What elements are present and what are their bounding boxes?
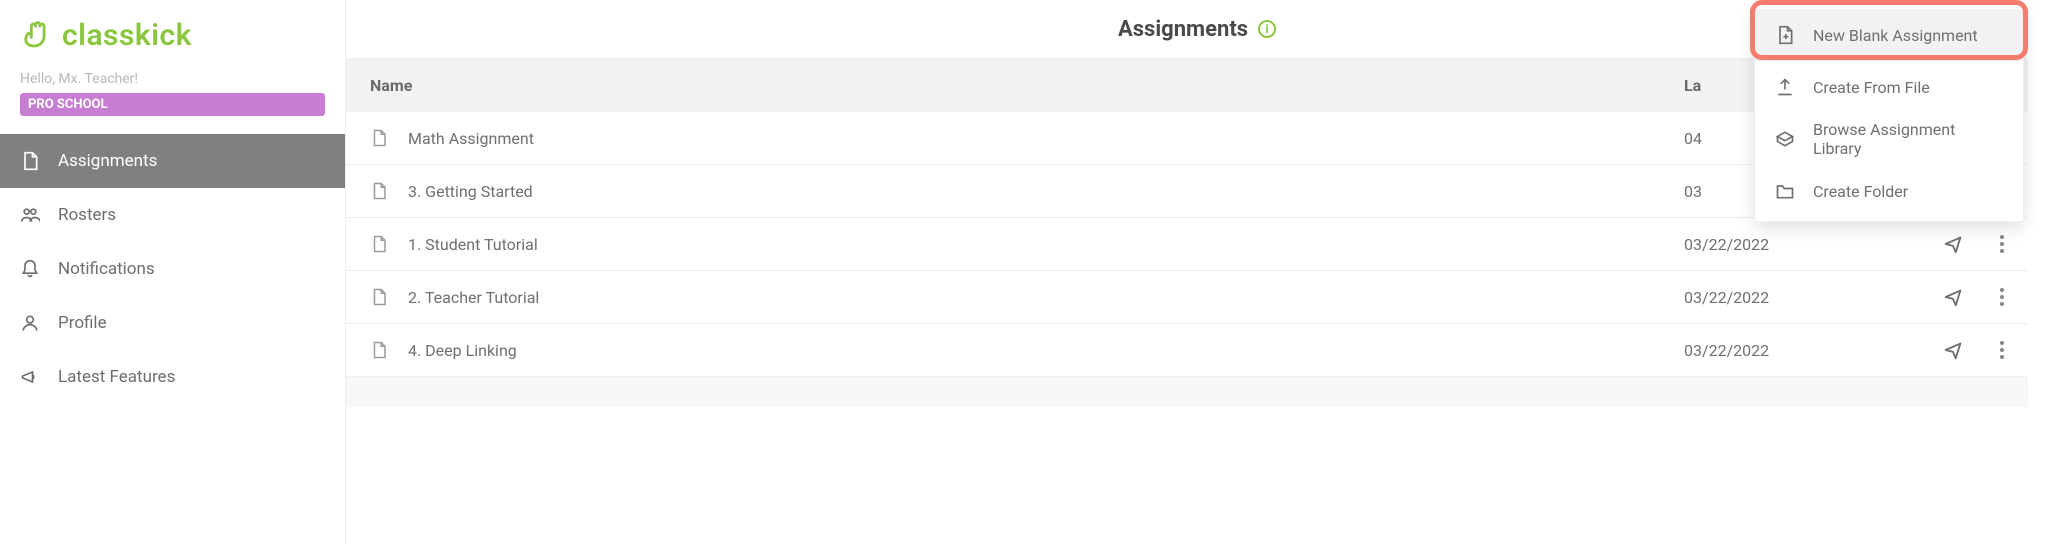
menu-item-new-blank-assignment[interactable]: New Blank Assignment [1755,9,2023,61]
document-icon [370,288,388,306]
megaphone-icon [20,367,40,387]
brand-logo[interactable]: classkick [0,0,345,71]
cell-name: 3. Getting Started [370,182,1684,201]
document-icon [370,182,388,200]
document-icon [370,235,388,253]
main-area: Assignments i Name La Math Assignment 04… [346,0,2048,544]
bell-icon [20,259,40,279]
table-row[interactable]: 4. Deep Linking 03/22/2022 [346,324,2028,377]
kebab-icon[interactable] [2000,288,2004,306]
cell-actions [1884,286,2004,308]
menu-label: Create From File [1813,78,1930,97]
nav-label: Profile [58,313,107,333]
cell-name: 2. Teacher Tutorial [370,288,1684,307]
cell-name: Math Assignment [370,129,1684,148]
assignment-name: 3. Getting Started [408,182,533,201]
nav-label: Assignments [58,151,157,171]
kebab-icon[interactable] [2000,235,2004,253]
create-menu: New Blank Assignment Create From File Brow… [1754,4,2024,222]
cell-actions [1884,233,2004,255]
nav-label: Latest Features [58,367,175,387]
document-plus-icon [1775,25,1795,45]
cell-date: 03/22/2022 [1684,288,1884,307]
assignment-name: 4. Deep Linking [408,341,517,360]
sidebar-item-profile[interactable]: Profile [0,296,345,350]
nav-label: Rosters [58,205,116,225]
document-icon [370,341,388,359]
menu-label: Create Folder [1813,182,1908,201]
roster-icon [20,205,40,225]
table-row[interactable]: 2. Teacher Tutorial 03/22/2022 [346,271,2028,324]
share-icon[interactable] [1942,339,1964,361]
user-greeting: Hello, Mx. Teacher! [0,71,345,87]
cell-actions [1884,339,2004,361]
menu-item-browse-assignment-library[interactable]: Browse Assignment Library [1755,113,2023,165]
table-row[interactable]: 1. Student Tutorial 03/22/2022 [346,218,2028,271]
plan-badge: PRO SCHOOL [20,93,325,116]
library-icon [1775,129,1795,149]
sidebar-item-assignments[interactable]: Assignments [0,134,345,188]
cell-name: 4. Deep Linking [370,341,1684,360]
info-icon[interactable]: i [1258,20,1276,38]
col-name[interactable]: Name [370,76,1684,95]
menu-item-create-folder[interactable]: Create Folder [1755,165,2023,217]
person-icon [20,313,40,333]
cell-date: 03/22/2022 [1684,235,1884,254]
menu-item-create-from-file[interactable]: Create From File [1755,61,2023,113]
assignment-name: 2. Teacher Tutorial [408,288,539,307]
menu-label: New Blank Assignment [1813,26,1978,45]
menu-label: Browse Assignment Library [1813,120,2003,158]
assignment-name: Math Assignment [408,129,534,148]
cell-name: 1. Student Tutorial [370,235,1684,254]
sidebar-item-latest-features[interactable]: Latest Features [0,350,345,404]
sidebar-item-notifications[interactable]: Notifications [0,242,345,296]
upload-icon [1775,77,1795,97]
kebab-icon[interactable] [2000,341,2004,359]
table-footer-strip [346,377,2028,407]
share-icon[interactable] [1942,286,1964,308]
assignment-name: 1. Student Tutorial [408,235,538,254]
sidebar-item-rosters[interactable]: Rosters [0,188,345,242]
app-root: classkick Hello, Mx. Teacher! PRO SCHOOL… [0,0,2048,544]
share-icon[interactable] [1942,233,1964,255]
document-icon [370,129,388,147]
sidebar-nav: Assignments Rosters Notifications Profile La… [0,134,345,404]
folder-icon [1775,181,1795,201]
hand-icon [20,19,54,53]
document-icon [20,151,40,171]
sidebar: classkick Hello, Mx. Teacher! PRO SCHOOL… [0,0,346,544]
brand-name: classkick [62,18,192,53]
page-title: Assignments [1118,17,1248,42]
cell-date: 03/22/2022 [1684,341,1884,360]
nav-label: Notifications [58,259,155,279]
